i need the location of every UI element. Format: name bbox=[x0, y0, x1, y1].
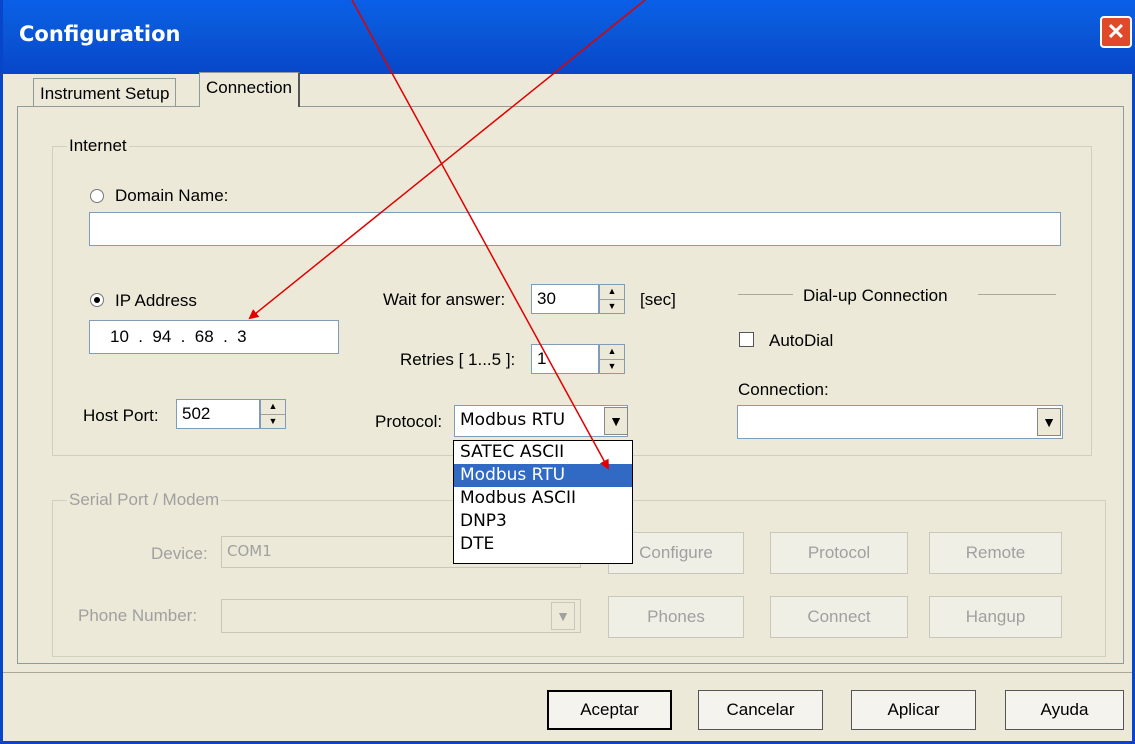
ip-address-input[interactable]: 10 . 94 . 68 . 3 bbox=[89, 320, 339, 354]
protocol-select[interactable]: Modbus RTU bbox=[454, 405, 628, 437]
protocol-dropdown-list: SATEC ASCII Modbus RTU Modbus ASCII DNP3… bbox=[453, 440, 633, 564]
domain-name-input[interactable] bbox=[89, 212, 1061, 246]
protocol-option-satec-ascii[interactable]: SATEC ASCII bbox=[454, 441, 632, 464]
ip-octet-2: 94 bbox=[152, 327, 172, 346]
phones-button[interactable]: Phones bbox=[608, 596, 744, 638]
autodial-label: AutoDial bbox=[769, 331, 834, 350]
wait-unit-label: [sec] bbox=[640, 290, 676, 309]
host-port-label: Host Port: bbox=[83, 406, 159, 425]
spin-up-icon[interactable]: ▲ bbox=[600, 345, 624, 359]
connection-label: Connection: bbox=[738, 380, 829, 399]
host-port-spinner[interactable]: ▲ ▼ bbox=[260, 399, 286, 429]
accept-button[interactable]: Aceptar bbox=[547, 690, 672, 730]
host-port-input[interactable]: 502 bbox=[176, 399, 260, 429]
wait-for-answer-input[interactable]: 30 bbox=[531, 284, 599, 314]
title-bar[interactable]: Configuration ✕ bbox=[3, 0, 1135, 74]
retries-spinner[interactable]: ▲ ▼ bbox=[599, 344, 625, 374]
spin-down-icon[interactable]: ▼ bbox=[600, 298, 624, 314]
protocol-button-label: Protocol bbox=[807, 543, 871, 562]
phone-number-label: Phone Number: bbox=[78, 606, 198, 625]
retries-input[interactable]: 1 bbox=[531, 344, 599, 374]
ip-address-label: IP Address bbox=[115, 291, 197, 310]
device-label: Device: bbox=[151, 544, 208, 563]
phone-number-select[interactable] bbox=[221, 599, 581, 633]
ip-octet-4: 3 bbox=[237, 327, 247, 346]
tab-instrument-setup[interactable]: Instrument Setup bbox=[33, 78, 177, 108]
apply-label: Aplicar bbox=[887, 700, 940, 719]
configuration-dialog: Configuration ✕ Instrument Setup Connect… bbox=[0, 0, 1135, 744]
ip-separator-1: . bbox=[138, 327, 144, 346]
wait-for-answer-label: Wait for answer: bbox=[383, 290, 506, 309]
accept-label: Aceptar bbox=[580, 700, 639, 719]
hangup-button[interactable]: Hangup bbox=[929, 596, 1062, 638]
cancel-button[interactable]: Cancelar bbox=[698, 690, 823, 730]
internet-legend: Internet bbox=[67, 136, 129, 156]
chevron-down-icon: ▼ bbox=[1042, 414, 1056, 430]
domain-name-label: Domain Name: bbox=[115, 186, 229, 205]
tab-connection-label: Connection bbox=[206, 78, 293, 97]
phones-label: Phones bbox=[647, 607, 705, 626]
autodial-checkbox[interactable] bbox=[739, 332, 754, 347]
spin-up-icon[interactable]: ▲ bbox=[600, 285, 624, 299]
ip-separator-3: . bbox=[223, 327, 228, 346]
domain-name-radio[interactable] bbox=[90, 189, 104, 203]
protocol-select-value: Modbus RTU bbox=[460, 410, 566, 430]
connect-button[interactable]: Connect bbox=[770, 596, 908, 638]
protocol-dropdown-button[interactable]: ▼ bbox=[604, 407, 628, 435]
help-button[interactable]: Ayuda bbox=[1005, 690, 1124, 730]
tab-connection[interactable]: Connection bbox=[199, 72, 301, 107]
dialup-heading: Dial-up Connection bbox=[803, 286, 948, 305]
protocol-option-modbus-rtu[interactable]: Modbus RTU bbox=[454, 464, 632, 487]
ip-octet-1: 10 bbox=[110, 327, 129, 346]
tab-instrument-setup-label: Instrument Setup bbox=[40, 84, 170, 103]
apply-button[interactable]: Aplicar bbox=[851, 690, 976, 730]
connect-label: Connect bbox=[807, 607, 871, 626]
phone-dropdown-button[interactable]: ▼ bbox=[551, 602, 575, 630]
protocol-label: Protocol: bbox=[375, 412, 443, 431]
hangup-label: Hangup bbox=[965, 607, 1026, 626]
spin-down-icon[interactable]: ▼ bbox=[600, 358, 624, 374]
remote-label: Remote bbox=[965, 543, 1026, 562]
chevron-down-icon: ▼ bbox=[556, 608, 570, 624]
protocol-button[interactable]: Protocol bbox=[770, 532, 908, 574]
dialup-divider-left bbox=[738, 294, 793, 295]
dialup-divider-right bbox=[978, 294, 1056, 295]
ip-octet-3: 68 bbox=[194, 327, 214, 346]
spin-down-icon[interactable]: ▼ bbox=[261, 413, 285, 429]
remote-button[interactable]: Remote bbox=[929, 532, 1062, 574]
protocol-option-modbus-ascii[interactable]: Modbus ASCII bbox=[454, 487, 632, 510]
chevron-down-icon: ▼ bbox=[609, 413, 623, 429]
footer-divider bbox=[3, 672, 1132, 673]
protocol-option-dte[interactable]: DTE bbox=[454, 533, 632, 556]
protocol-option-dnp3[interactable]: DNP3 bbox=[454, 510, 632, 533]
help-label: Ayuda bbox=[1040, 700, 1089, 719]
wait-for-answer-spinner[interactable]: ▲ ▼ bbox=[599, 284, 625, 314]
window-title: Configuration bbox=[19, 22, 181, 46]
ip-address-radio[interactable] bbox=[90, 293, 104, 307]
retries-label: Retries [ 1...5 ]: bbox=[400, 350, 516, 369]
serial-modem-legend: Serial Port / Modem bbox=[67, 490, 222, 510]
close-icon: ✕ bbox=[1106, 19, 1126, 44]
cancel-label: Cancelar bbox=[726, 700, 795, 719]
configure-label: Configure bbox=[639, 543, 713, 562]
ip-separator-2: . bbox=[180, 327, 186, 346]
connection-dropdown-button[interactable]: ▼ bbox=[1037, 408, 1061, 436]
connection-select[interactable] bbox=[737, 405, 1063, 439]
spin-up-icon[interactable]: ▲ bbox=[261, 400, 285, 414]
close-button[interactable]: ✕ bbox=[1100, 16, 1132, 48]
